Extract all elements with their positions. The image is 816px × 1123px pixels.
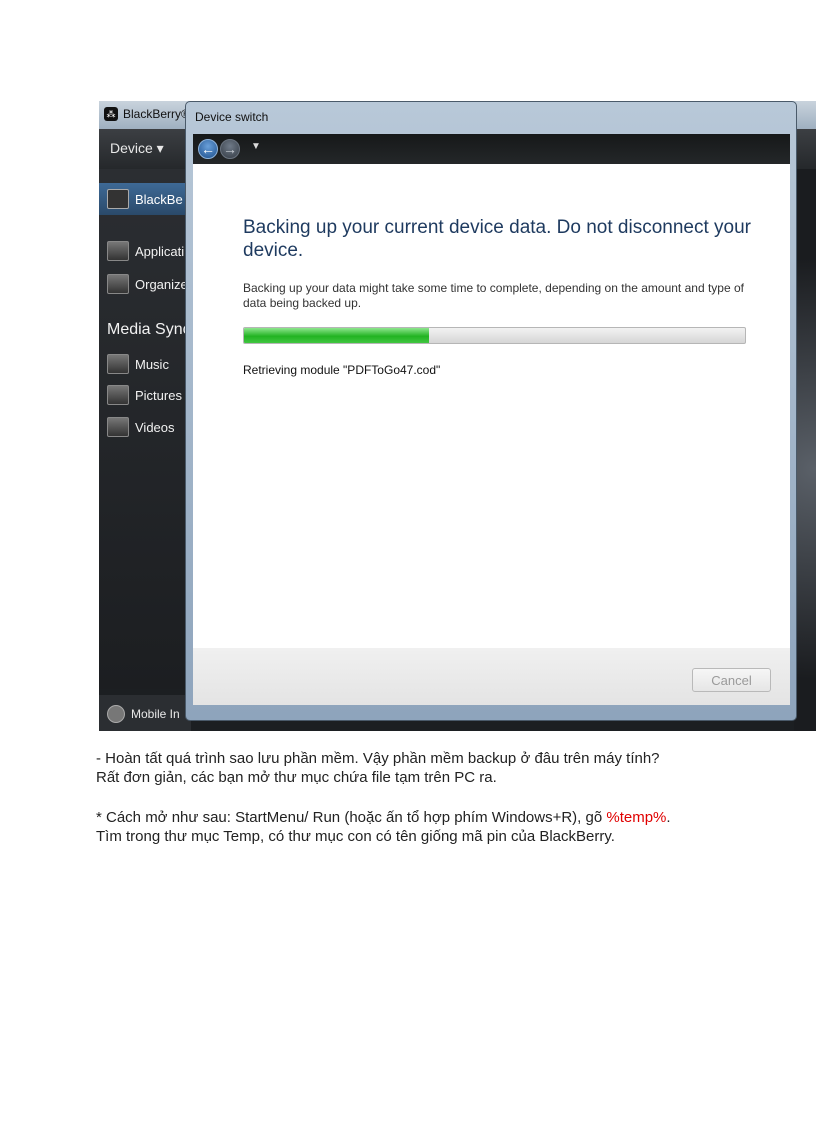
article-line-suffix: . — [666, 809, 671, 826]
forward-arrow-icon[interactable]: → — [220, 139, 240, 159]
chevron-down-icon[interactable]: ▼ — [251, 141, 261, 152]
back-arrow-icon[interactable]: ← — [198, 139, 218, 159]
media-sync-heading: Media Sync — [107, 321, 191, 338]
organizer-icon — [107, 274, 129, 294]
sidebar-item-label: Pictures — [135, 387, 182, 403]
sidebar-item-label: Mobile In — [131, 707, 180, 721]
sidebar-item-music[interactable]: Music — [107, 354, 169, 374]
progress-fill — [244, 328, 430, 343]
article-line-prefix: * Cách mở như sau: StartMenu/ Run (hoặc … — [96, 809, 607, 826]
article-line: Tìm trong thư mục Temp, có thư mục con c… — [96, 828, 615, 845]
sidebar-item-mobile-internet[interactable]: Mobile In — [107, 705, 180, 723]
sidebar-item-organizer[interactable]: Organize — [107, 274, 188, 294]
music-icon — [107, 354, 129, 374]
device-switch-dialog: Device switch ← → ▼ Backing up your curr… — [185, 101, 797, 721]
dialog-content: Backing up your current device data. Do … — [193, 164, 790, 648]
sidebar-item-label: Music — [135, 356, 169, 372]
backup-description: Backing up your data might take some tim… — [243, 281, 744, 310]
backup-progress-bar — [243, 327, 746, 344]
app-title: BlackBerry® — [123, 107, 190, 121]
sidebar: BlackBe Applicati Organize Media Sync Mu… — [99, 169, 191, 689]
sidebar-bottom: Mobile In — [99, 695, 191, 731]
videos-icon — [107, 417, 129, 437]
sidebar-item-label: Organize — [135, 276, 188, 292]
device-preview-background — [794, 169, 816, 731]
article-line: * Cách mở như sau: StartMenu/ Run (hoặc … — [96, 808, 776, 827]
sidebar-item-label: BlackBe — [135, 191, 183, 207]
dialog-title: Device switch — [195, 110, 269, 124]
sidebar-item-videos[interactable]: Videos — [107, 417, 175, 437]
article-line: Rất đơn giản, các bạn mở thư mục chứa fi… — [96, 769, 497, 786]
device-menu[interactable]: Device ▾ — [110, 140, 164, 157]
sidebar-item-blackberry[interactable]: BlackBe — [107, 189, 183, 209]
temp-highlight: %temp% — [606, 809, 667, 826]
dialog-footer: Cancel — [193, 648, 790, 705]
blackberry-logo-icon: ⁂ — [104, 107, 118, 121]
screenshot: ⁂ BlackBerry® Device ▾ BlackBe Applicati… — [99, 101, 816, 731]
article-line: - Hoàn tất quá trình sao lưu phần mềm. V… — [96, 750, 660, 767]
sidebar-item-applications[interactable]: Applicati — [107, 241, 184, 261]
sidebar-item-label: Applicati — [135, 243, 185, 259]
blackberry-icon — [107, 189, 129, 209]
pictures-icon — [107, 385, 129, 405]
sidebar-item-pictures[interactable]: Pictures — [107, 385, 182, 405]
backup-status: Retrieving module "PDFToGo47.cod" — [243, 363, 441, 377]
applications-icon — [107, 241, 129, 261]
mobile-internet-icon — [107, 705, 125, 723]
sidebar-item-label: Videos — [135, 419, 175, 435]
dialog-nav-bar: ← → ▼ — [193, 134, 790, 164]
backup-heading: Backing up your current device data. Do … — [243, 217, 752, 261]
article-text: - Hoàn tất quá trình sao lưu phần mềm. V… — [96, 749, 776, 846]
cancel-button[interactable]: Cancel — [692, 668, 771, 692]
